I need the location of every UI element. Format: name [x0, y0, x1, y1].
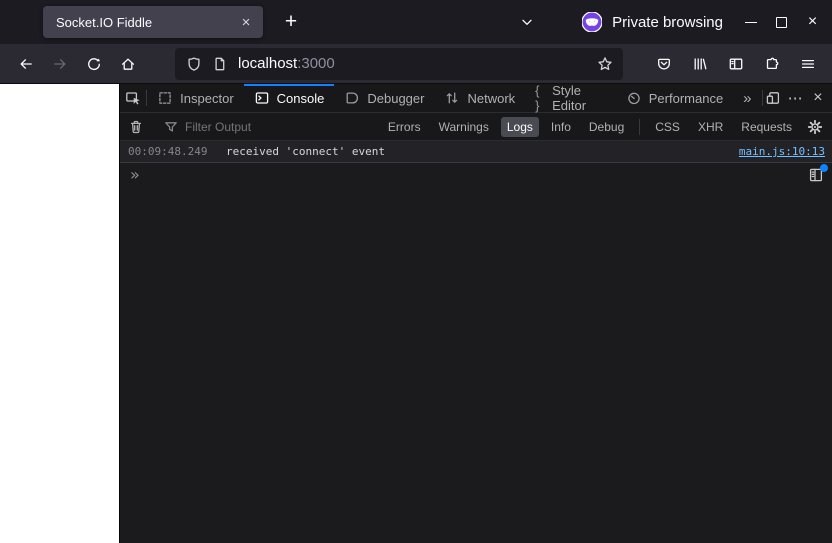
gear-icon	[807, 119, 823, 135]
titlebar: Socket.IO Fiddle × + Private browsing ×	[0, 0, 832, 44]
console-settings-button[interactable]	[801, 113, 829, 140]
window-controls: ×	[735, 7, 828, 38]
braces-icon: { }	[535, 83, 540, 113]
sidebar-button[interactable]	[724, 50, 748, 78]
tab-close-icon[interactable]: ×	[235, 11, 257, 33]
devtools-tab-debugger[interactable]: Debugger	[334, 84, 434, 112]
forward-button[interactable]	[43, 49, 77, 79]
devtools-panel: Inspector Console Debugger Network {} S…	[119, 83, 832, 543]
devtools-tab-label: Style Editor	[552, 83, 587, 113]
tab-title: Socket.IO Fiddle	[56, 14, 153, 30]
private-mask-icon	[582, 12, 603, 32]
filter-output-input[interactable]	[185, 119, 335, 134]
console-log-row[interactable]: 00:09:48.249 received 'connect' event ma…	[120, 141, 832, 163]
pick-element-button[interactable]	[120, 84, 146, 112]
private-browsing-indicator: Private browsing	[582, 12, 723, 32]
forward-arrow-icon	[52, 56, 68, 72]
content-area: Inspector Console Debugger Network {} S…	[0, 83, 832, 543]
library-icon	[692, 56, 708, 72]
reload-button[interactable]	[77, 49, 111, 79]
minimize-icon	[744, 21, 757, 23]
back-button[interactable]	[9, 49, 43, 79]
filter-errors-button[interactable]: Errors	[382, 117, 427, 137]
devtools-tab-network[interactable]: Network	[434, 84, 525, 112]
url-text: localhost:3000	[238, 55, 587, 72]
menu-button[interactable]	[796, 50, 820, 78]
pocket-icon	[656, 56, 672, 72]
more-tabs-button[interactable]: »	[733, 84, 761, 112]
filter-funnel-icon	[163, 119, 179, 135]
url-host: localhost	[238, 55, 298, 72]
home-button[interactable]	[111, 49, 145, 79]
private-browsing-label: Private browsing	[612, 13, 723, 31]
url-port: :3000	[297, 55, 335, 72]
back-arrow-icon	[18, 56, 34, 72]
shield-icon[interactable]	[186, 56, 202, 72]
filter-requests-button[interactable]: Requests	[735, 117, 798, 137]
devtools-tab-label: Network	[467, 90, 516, 106]
console-filter-toolbar: Errors Warnings Logs Info Debug CSS XHR …	[120, 113, 832, 141]
responsive-mode-icon	[765, 90, 781, 106]
log-timestamp: 00:09:48.249	[128, 145, 208, 158]
page-content[interactable]	[0, 84, 119, 543]
filter-logs-button[interactable]: Logs	[500, 116, 539, 137]
reload-icon	[86, 56, 102, 72]
pick-element-icon	[125, 90, 141, 106]
separator	[639, 118, 641, 135]
hamburger-icon	[800, 56, 816, 72]
close-window-button[interactable]: ×	[797, 7, 828, 38]
pocket-button[interactable]	[652, 50, 676, 78]
network-arrows-icon	[444, 90, 460, 106]
new-tab-button[interactable]: +	[276, 7, 306, 37]
devtools-tab-inspector[interactable]: Inspector	[147, 84, 243, 112]
extensions-button[interactable]	[760, 50, 784, 78]
maximize-button[interactable]	[766, 7, 797, 38]
log-message: received 'connect' event	[226, 145, 385, 158]
debugger-icon	[344, 90, 360, 106]
browser-tab[interactable]: Socket.IO Fiddle ×	[43, 6, 263, 38]
home-icon	[120, 56, 136, 72]
devtools-tab-label: Performance	[648, 90, 724, 106]
list-all-tabs-button[interactable]	[512, 7, 542, 37]
sidebar-icon	[728, 56, 744, 72]
devtools-tab-console[interactable]: Console	[243, 84, 335, 112]
filter-xhr-button[interactable]: XHR	[692, 117, 729, 137]
responsive-design-mode-button[interactable]	[762, 84, 784, 112]
editor-mode-toggle-button[interactable]	[808, 164, 828, 184]
console-prompt-icon: »	[130, 164, 140, 184]
devtools-tab-label: Inspector	[180, 90, 234, 106]
filter-info-button[interactable]: Info	[545, 117, 577, 137]
notification-dot	[820, 164, 828, 172]
maximize-icon	[776, 16, 787, 28]
devtools-tab-label: Debugger	[367, 90, 425, 106]
inspector-icon	[157, 90, 173, 106]
browser-window: Socket.IO Fiddle × + Private browsing × …	[0, 0, 832, 543]
minimize-button[interactable]	[735, 7, 766, 38]
navigation-bar: localhost:3000	[0, 44, 832, 84]
page-info-icon	[212, 56, 228, 72]
console-input-line[interactable]: »	[120, 163, 832, 186]
urlbar[interactable]: localhost:3000	[175, 47, 623, 80]
devtools-tab-label: Console	[276, 90, 325, 106]
devtools-toolbox-tabbar: Inspector Console Debugger Network {} S…	[120, 83, 832, 113]
bookmark-star-icon[interactable]	[597, 56, 613, 72]
filter-warnings-button[interactable]: Warnings	[433, 117, 495, 137]
trash-icon	[128, 119, 144, 135]
toolbar-actions	[652, 50, 820, 78]
console-input-area[interactable]: »	[120, 163, 832, 543]
close-devtools-button[interactable]: ×	[807, 84, 829, 112]
log-source-link[interactable]: main.js:10:13	[739, 145, 832, 158]
chevron-down-icon	[519, 14, 535, 30]
console-icon	[254, 90, 270, 106]
devtools-meatball-menu-button[interactable]: ⋯	[785, 84, 807, 112]
puzzle-piece-icon	[764, 56, 780, 72]
library-button[interactable]	[688, 50, 712, 78]
filter-css-button[interactable]: CSS	[649, 117, 686, 137]
clear-console-button[interactable]	[120, 113, 152, 140]
devtools-tab-performance[interactable]: Performance	[616, 84, 733, 112]
filter-debug-button[interactable]: Debug	[583, 117, 630, 137]
performance-gauge-icon	[626, 90, 642, 106]
devtools-tab-style-editor[interactable]: { } Style Editor	[525, 83, 616, 113]
